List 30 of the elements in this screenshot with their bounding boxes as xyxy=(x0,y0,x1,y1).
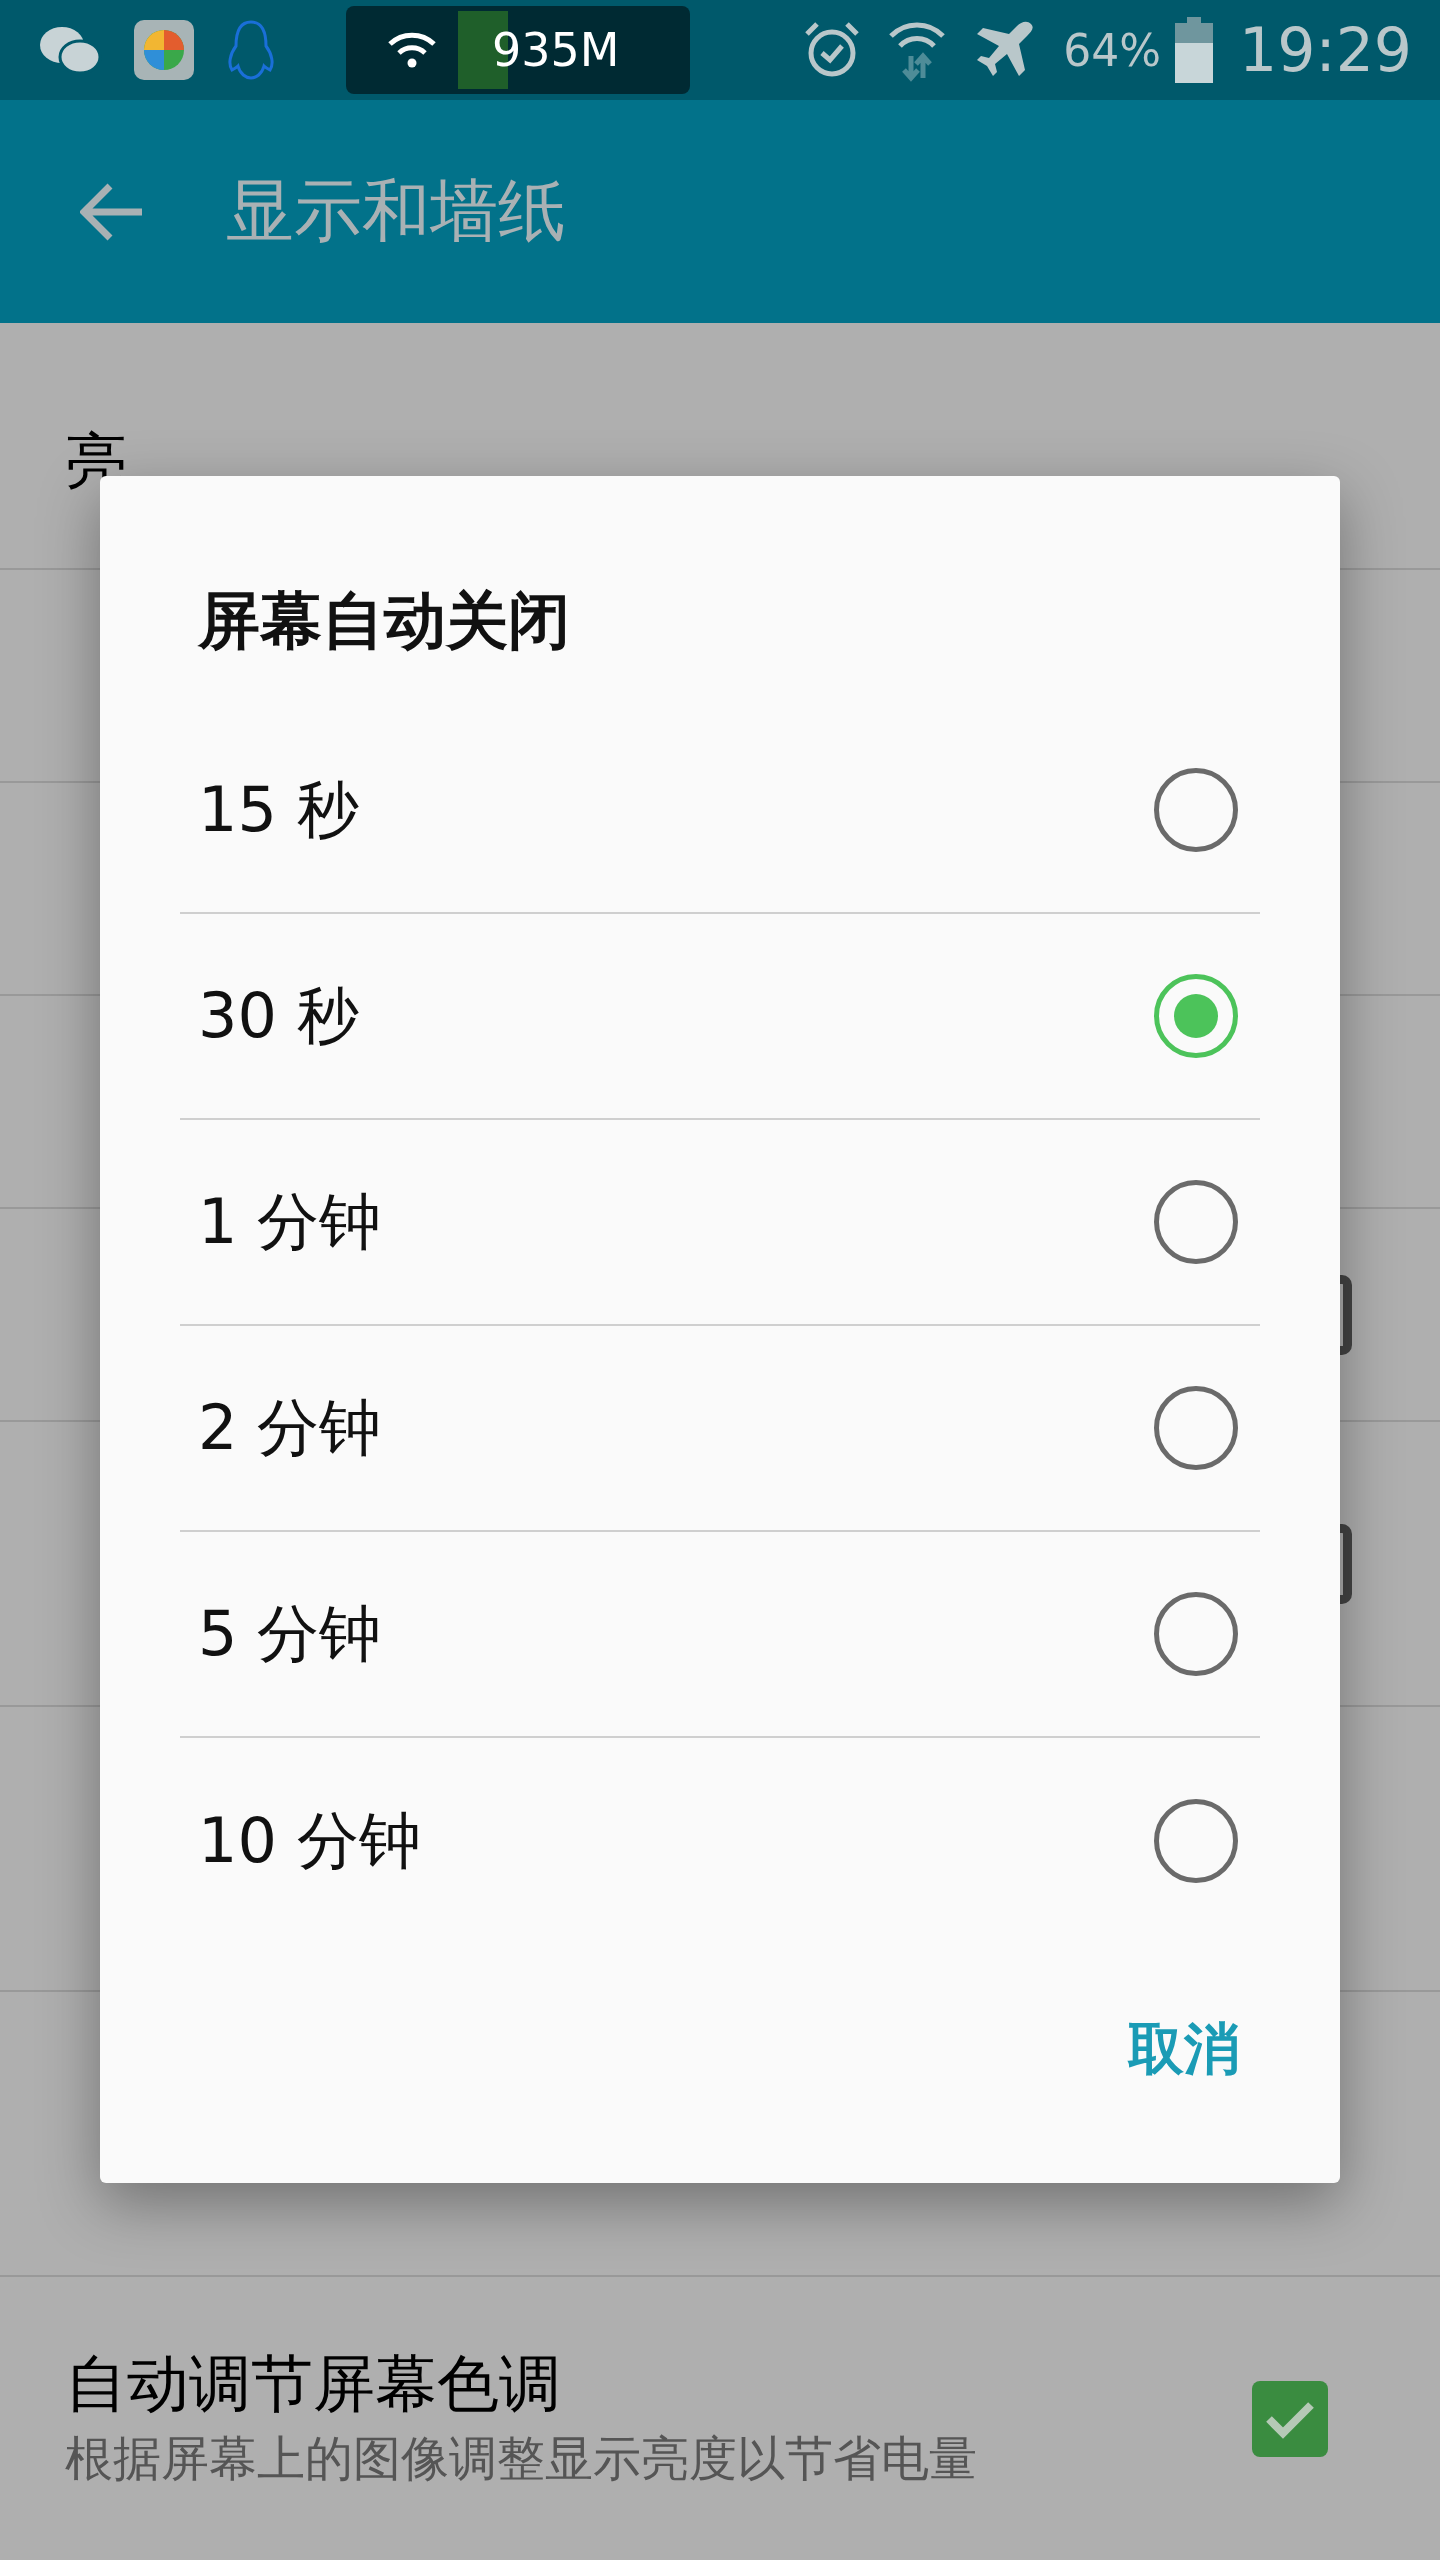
option-label: 10 分钟 xyxy=(198,1803,421,1879)
option-row[interactable]: 15 秒 xyxy=(180,708,1260,914)
radio-button[interactable] xyxy=(1154,1799,1238,1883)
battery-percentage: 64% xyxy=(1063,24,1162,76)
radio-button[interactable] xyxy=(1154,768,1238,852)
option-label: 1 分钟 xyxy=(198,1184,382,1260)
clock: 19:29 xyxy=(1239,15,1412,85)
checkbox[interactable] xyxy=(1252,2380,1328,2457)
page-title: 显示和墙纸 xyxy=(226,170,566,252)
radio-button[interactable] xyxy=(1154,1592,1238,1676)
wifi-icon xyxy=(386,30,438,70)
penguin-icon xyxy=(226,18,276,82)
option-label: 2 分钟 xyxy=(198,1390,382,1466)
option-row[interactable]: 10 分钟 xyxy=(180,1738,1260,1944)
radio-button[interactable] xyxy=(1154,974,1238,1058)
option-row[interactable]: 5 分钟 xyxy=(180,1532,1260,1738)
radio-button[interactable] xyxy=(1154,1386,1238,1470)
option-row[interactable]: 2 分钟 xyxy=(180,1326,1260,1532)
option-label: 30 秒 xyxy=(198,978,359,1054)
option-row[interactable]: 30 秒 xyxy=(180,914,1260,1120)
setting-title: 自动调节屏幕色调 xyxy=(65,2349,562,2418)
option-label: 5 分钟 xyxy=(198,1596,382,1672)
battery-icon xyxy=(1175,17,1214,83)
radio-button[interactable] xyxy=(1154,1180,1238,1264)
option-row[interactable]: 1 分钟 xyxy=(180,1120,1260,1326)
option-label: 15 秒 xyxy=(198,772,359,848)
setting-subtitle: 根据屏幕上的图像调整显示亮度以节省电量 xyxy=(65,2429,977,2488)
chat-bubbles-icon xyxy=(38,25,102,75)
app-icon xyxy=(132,18,196,82)
dialog-title: 屏幕自动关闭 xyxy=(196,583,571,659)
